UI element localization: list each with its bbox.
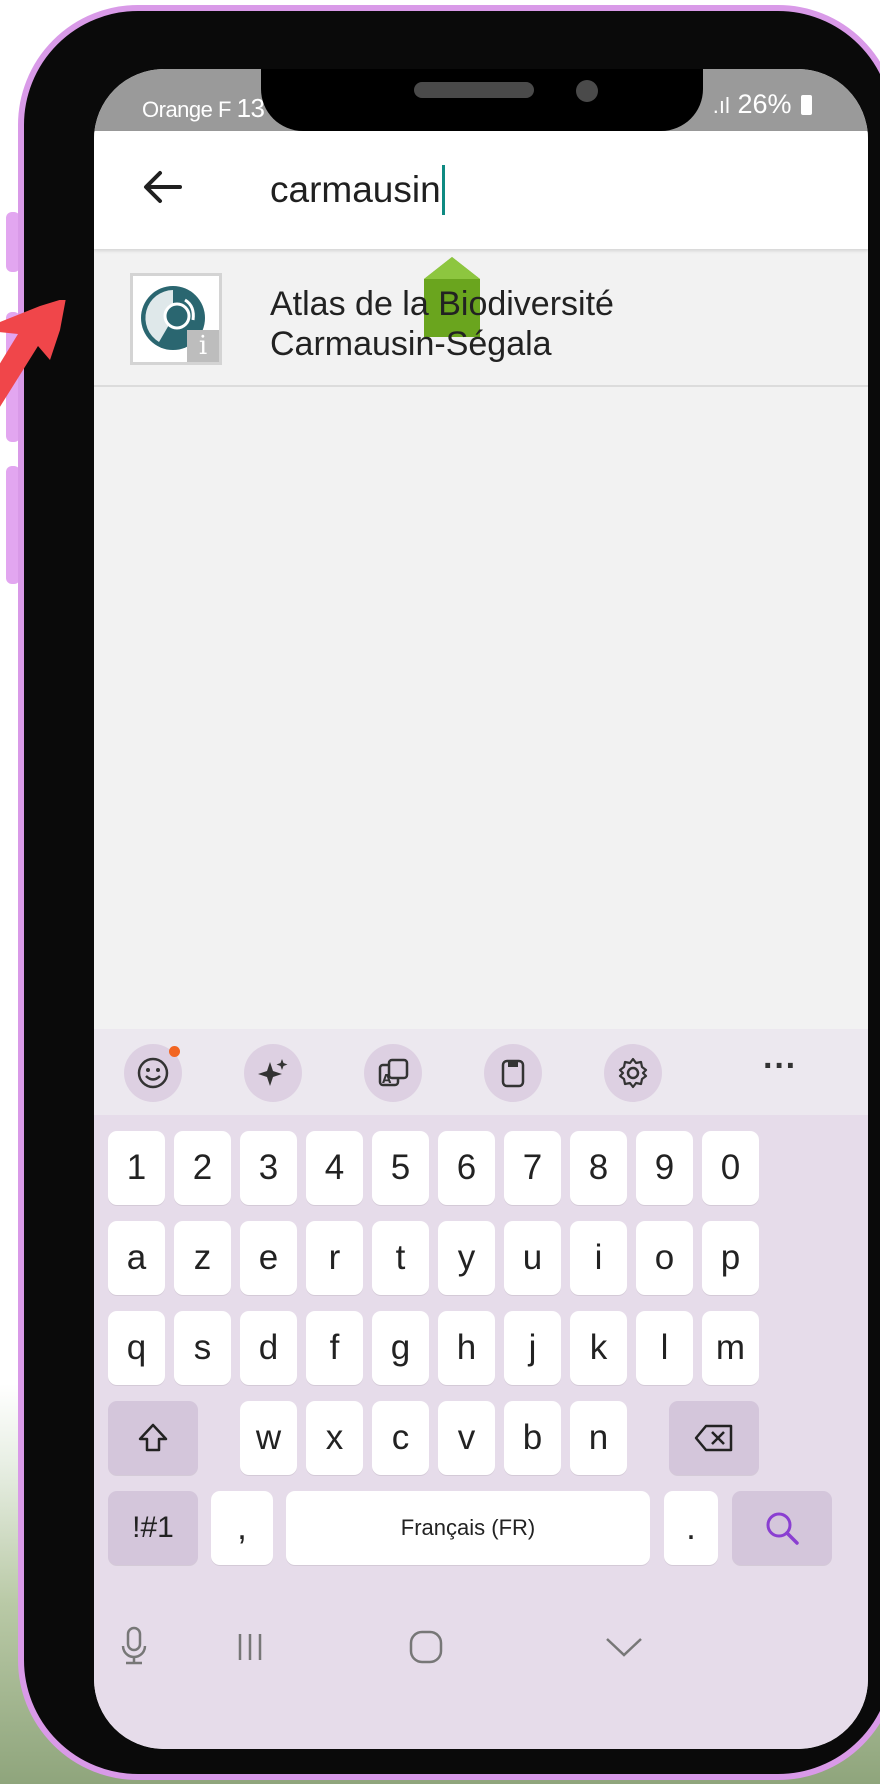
keyboard: 1 2 3 4 5 6 7 8 9 0 a z e r t y u i o p …: [94, 1115, 868, 1749]
microphone-button[interactable]: [114, 1623, 154, 1669]
key[interactable]: 7: [504, 1131, 561, 1205]
key[interactable]: k: [570, 1311, 627, 1385]
shift-arrow-icon: [138, 1423, 168, 1452]
shift-key[interactable]: [108, 1401, 198, 1475]
key[interactable]: u: [504, 1221, 561, 1295]
backspace-icon: [694, 1424, 733, 1452]
result-title: Atlas de la Biodiversité Carmausin-Ségal…: [270, 285, 614, 363]
search-icon: [766, 1512, 799, 1545]
key[interactable]: 6: [438, 1131, 495, 1205]
status-right: .ıl 26%: [713, 89, 812, 120]
arrow-left-icon: [144, 171, 182, 203]
key[interactable]: i: [570, 1221, 627, 1295]
key[interactable]: c: [372, 1401, 429, 1475]
settings-button[interactable]: [604, 1044, 662, 1102]
clipboard-icon: [501, 1059, 525, 1088]
symbols-key[interactable]: !#1: [108, 1491, 198, 1565]
chevron-down-icon: [606, 1638, 642, 1657]
translate-icon: A: [378, 1058, 409, 1087]
recent-apps-button[interactable]: [230, 1627, 270, 1667]
emoji-icon: [137, 1057, 169, 1089]
more-button[interactable]: ···: [748, 1039, 812, 1099]
svg-text:A: A: [382, 1072, 392, 1086]
phone-frame: Orange F 13 .ıl 26% carmausin i Atlas de…: [18, 5, 880, 1780]
comma-key[interactable]: ,: [211, 1491, 273, 1565]
home-icon: [409, 1630, 443, 1664]
home-button[interactable]: [404, 1625, 448, 1669]
ai-sparkle-icon: [258, 1059, 288, 1086]
key[interactable]: o: [636, 1221, 693, 1295]
signal-icon: .ıl: [712, 93, 730, 118]
camera-notch: [261, 69, 703, 131]
ai-button[interactable]: [244, 1044, 302, 1102]
clipboard-button[interactable]: [484, 1044, 542, 1102]
battery-icon: [801, 95, 812, 115]
settings-gear-icon: [618, 1057, 648, 1089]
key[interactable]: e: [240, 1221, 297, 1295]
key[interactable]: 8: [570, 1131, 627, 1205]
key[interactable]: 4: [306, 1131, 363, 1205]
key[interactable]: n: [570, 1401, 627, 1475]
more-icon: ···: [763, 1047, 797, 1085]
carrier-label: Orange F 13: [142, 93, 265, 123]
microphone-icon: [121, 1626, 147, 1665]
search-key[interactable]: [732, 1491, 832, 1565]
key[interactable]: m: [702, 1311, 759, 1385]
key[interactable]: w: [240, 1401, 297, 1475]
speaker-grille: [414, 82, 534, 98]
key[interactable]: z: [174, 1221, 231, 1295]
key[interactable]: r: [306, 1221, 363, 1295]
recent-apps-icon: [238, 1634, 262, 1660]
backspace-key[interactable]: [669, 1401, 759, 1475]
key[interactable]: 0: [702, 1131, 759, 1205]
space-key[interactable]: Français (FR): [286, 1491, 650, 1565]
key[interactable]: t: [372, 1221, 429, 1295]
key[interactable]: x: [306, 1401, 363, 1475]
notification-dot: [169, 1046, 180, 1057]
text-cursor: [441, 165, 445, 215]
hide-keyboard-button[interactable]: [602, 1625, 646, 1669]
pointer-arrow-annotation: [0, 300, 66, 407]
phone-screen: Orange F 13 .ıl 26% carmausin i Atlas de…: [94, 69, 868, 1749]
key[interactable]: 5: [372, 1131, 429, 1205]
project-thumbnail: i: [130, 273, 222, 365]
search-bar: carmausin: [94, 131, 868, 249]
key[interactable]: j: [504, 1311, 561, 1385]
key[interactable]: 9: [636, 1131, 693, 1205]
key[interactable]: 3: [240, 1131, 297, 1205]
back-button[interactable]: [134, 159, 190, 215]
period-key[interactable]: .: [664, 1491, 718, 1565]
battery-percent: 26%: [737, 89, 792, 119]
key[interactable]: l: [636, 1311, 693, 1385]
key[interactable]: b: [504, 1401, 561, 1475]
front-camera: [576, 80, 598, 102]
info-icon: i: [187, 330, 219, 362]
key[interactable]: f: [306, 1311, 363, 1385]
translate-button[interactable]: A: [364, 1044, 422, 1102]
key[interactable]: y: [438, 1221, 495, 1295]
key[interactable]: a: [108, 1221, 165, 1295]
key[interactable]: q: [108, 1311, 165, 1385]
key[interactable]: d: [240, 1311, 297, 1385]
search-input[interactable]: carmausin: [270, 165, 445, 215]
list-item[interactable]: i Atlas de la Biodiversité Carmausin-Ség…: [94, 251, 868, 387]
key[interactable]: h: [438, 1311, 495, 1385]
key[interactable]: v: [438, 1401, 495, 1475]
emoji-button[interactable]: [124, 1044, 182, 1102]
key[interactable]: g: [372, 1311, 429, 1385]
key[interactable]: 2: [174, 1131, 231, 1205]
key[interactable]: s: [174, 1311, 231, 1385]
key[interactable]: p: [702, 1221, 759, 1295]
keyboard-toolbar: A ···: [94, 1029, 868, 1115]
key[interactable]: 1: [108, 1131, 165, 1205]
